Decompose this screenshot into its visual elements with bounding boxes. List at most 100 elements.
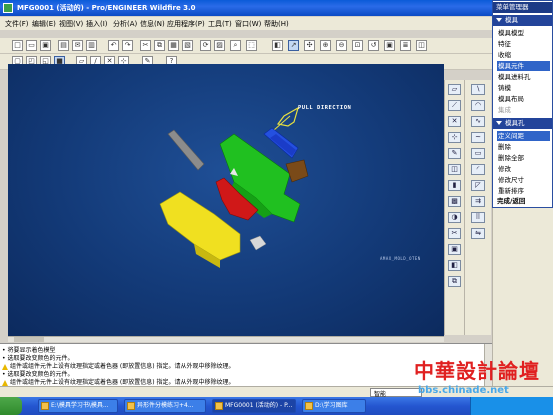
- mold-menu-header[interactable]: 模具: [493, 15, 552, 26]
- mold-volume-tool-icon[interactable]: ▣: [448, 244, 461, 255]
- hole-menu-item[interactable]: 删除: [497, 142, 550, 152]
- arc-tool-icon[interactable]: ◠: [471, 100, 485, 111]
- scrollbar-thumb[interactable]: [14, 337, 44, 342]
- select-box-icon[interactable]: ⬚: [246, 40, 257, 51]
- trim-tool-icon[interactable]: ✂: [448, 228, 461, 239]
- split-tool-icon[interactable]: ◧: [448, 260, 461, 271]
- pull-direction-label: PULL DIRECTION: [298, 105, 352, 111]
- menu-edit[interactable]: 编辑(E): [32, 19, 56, 29]
- orient-icon[interactable]: ◧: [272, 40, 283, 51]
- watermark-url: bbs.chinade.net: [418, 385, 509, 396]
- menu-file[interactable]: 文件(F): [5, 19, 29, 29]
- mold-hole-menu-header[interactable]: 模具孔: [493, 118, 552, 129]
- view-manager-icon[interactable]: ◫: [416, 40, 427, 51]
- hole-menu-item-selected[interactable]: 定义间距: [497, 131, 550, 141]
- regenerate-icon[interactable]: ⟳: [200, 40, 211, 51]
- surface-tool-icon[interactable]: ◫: [448, 164, 461, 175]
- cut-icon[interactable]: ✂: [140, 40, 151, 51]
- taskbar-item[interactable]: 异形件分模练习+4...: [124, 399, 206, 413]
- folder-icon: [305, 402, 313, 410]
- mold-menu-item[interactable]: 铸模: [497, 83, 550, 93]
- email-icon[interactable]: ✉: [72, 40, 83, 51]
- saved-views-icon[interactable]: ▣: [384, 40, 395, 51]
- done-return-item[interactable]: 完成/返回: [497, 196, 550, 206]
- collapse-icon: [496, 121, 502, 125]
- undo-icon[interactable]: ↶: [108, 40, 119, 51]
- curve-tool-icon[interactable]: ∿: [471, 116, 485, 127]
- message-line: 组件或组件元件上设有纹理指定或着色器 (即放置信息) 指定。请从外观中移除纹理。: [2, 361, 235, 370]
- taskbar-item[interactable]: E:\模具学习书\模具...: [38, 399, 118, 413]
- print-icon[interactable]: ▤: [58, 40, 69, 51]
- save-icon[interactable]: ▣: [40, 40, 51, 51]
- menu-help[interactable]: 帮助(H): [264, 19, 289, 29]
- copy-icon[interactable]: ⧉: [154, 40, 165, 51]
- site-watermark: 中華設計論壇 bbs.chinade.net: [400, 355, 550, 405]
- menu-view[interactable]: 视图(V): [59, 19, 83, 29]
- spin-center-icon[interactable]: ↗: [288, 40, 299, 51]
- datum-axis-tool-icon[interactable]: ⟋: [448, 100, 461, 111]
- mold-menu-item[interactable]: 模具布局: [497, 94, 550, 104]
- right-toolbar-sketch: ∖ ◠ ∿ ~ ▭ ◜ ◸ ⇉ ⠿ ⇋: [464, 80, 491, 335]
- graphics-viewport[interactable]: PULL DIRECTION AMAX_MOLD_OTEN: [8, 64, 444, 336]
- sketch-tool-icon[interactable]: ✎: [448, 148, 461, 159]
- taskbar-item-active[interactable]: MFG0001 (活动的) - P...: [212, 399, 296, 413]
- mold-menu-item[interactable]: 特征: [497, 39, 550, 49]
- watermark-logo: 中華設計論壇: [414, 359, 540, 383]
- spline-tool-icon[interactable]: ~: [471, 132, 485, 143]
- menu-window[interactable]: 窗口(W): [235, 19, 261, 29]
- brown-slider-part: [285, 159, 309, 183]
- refit-icon[interactable]: ⊡: [352, 40, 363, 51]
- round-tool-icon[interactable]: ◜: [471, 164, 485, 175]
- rectangle-tool-icon[interactable]: ▭: [471, 148, 485, 159]
- open-icon[interactable]: ▭: [26, 40, 37, 51]
- hole-menu-item[interactable]: 修改尺寸: [497, 175, 550, 185]
- offset-tool-icon[interactable]: ⇉: [471, 196, 485, 207]
- reorient-icon[interactable]: ↺: [368, 40, 379, 51]
- mold-model-view: [159, 106, 309, 268]
- menu-bar: 文件(F) 编辑(E) 视图(V) 插入(I) 分析(A) 信息(N) 应用程序…: [0, 17, 492, 30]
- mold-menu-item[interactable]: 收缩: [497, 50, 550, 60]
- mirror-tool-icon[interactable]: ⇋: [471, 228, 485, 239]
- new-icon[interactable]: □: [12, 40, 23, 51]
- chamfer-tool-icon[interactable]: ◸: [471, 180, 485, 191]
- fill-tool-icon[interactable]: ▩: [448, 196, 461, 207]
- extrude-tool-icon[interactable]: ▮: [448, 180, 461, 191]
- send-icon[interactable]: ▥: [86, 40, 97, 51]
- find-icon[interactable]: ⌕: [230, 40, 241, 51]
- datum-plane-tool-icon[interactable]: ▱: [448, 84, 461, 95]
- taskbar-item[interactable]: D:\学习图库: [302, 399, 366, 413]
- hole-menu-item[interactable]: 修改: [497, 164, 550, 174]
- paste-icon[interactable]: ▦: [168, 40, 179, 51]
- mold-menu-item[interactable]: 模具进料孔: [497, 72, 550, 82]
- menu-info[interactable]: 信息(N): [140, 19, 165, 29]
- menu-insert[interactable]: 插入(I): [86, 19, 108, 29]
- menu-applications[interactable]: 应用程序(P): [167, 19, 205, 29]
- message-line: 组件或组件元件上设有纹理指定或着色器 (即放置信息) 指定。请从外观中移除纹理。: [2, 377, 235, 386]
- line-tool-icon[interactable]: ∖: [471, 84, 485, 95]
- mold-menu-item-selected[interactable]: 模具元件: [497, 61, 550, 71]
- model-tree-icon[interactable]: ▨: [214, 40, 225, 51]
- start-button[interactable]: [0, 397, 22, 415]
- hole-menu-item[interactable]: 重新排序: [497, 186, 550, 196]
- extract-tool-icon[interactable]: ⧉: [448, 276, 461, 287]
- warning-icon: [2, 379, 8, 386]
- merge-tool-icon[interactable]: ◑: [448, 212, 461, 223]
- mold-menu-item[interactable]: 模具模型: [497, 28, 550, 38]
- mold-menu-item-disabled: 集成: [498, 106, 511, 114]
- paste-special-icon[interactable]: ▧: [182, 40, 193, 51]
- datum-csys-tool-icon[interactable]: ⊹: [448, 132, 461, 143]
- menu-tools[interactable]: 工具(T): [208, 19, 232, 29]
- pattern-tool-icon[interactable]: ⠿: [471, 212, 485, 223]
- redo-icon[interactable]: ↷: [122, 40, 133, 51]
- menu-analysis[interactable]: 分析(A): [113, 19, 137, 29]
- app-icon: [3, 3, 13, 13]
- viewport-scrollbar[interactable]: [8, 336, 444, 342]
- datum-point-tool-icon[interactable]: ✕: [448, 116, 461, 127]
- zoom-in-icon[interactable]: ⊕: [320, 40, 331, 51]
- zoom-out-icon[interactable]: ⊖: [336, 40, 347, 51]
- spin-icon[interactable]: ✣: [304, 40, 315, 51]
- title-bar[interactable]: MFG0001 (活动的) - Pro/ENGINEER Wildfire 3.…: [0, 0, 553, 16]
- message-line: • 选取要改变颜色的元件。: [2, 355, 74, 362]
- hole-menu-item[interactable]: 删除全部: [497, 153, 550, 163]
- layers-icon[interactable]: ≣: [400, 40, 411, 51]
